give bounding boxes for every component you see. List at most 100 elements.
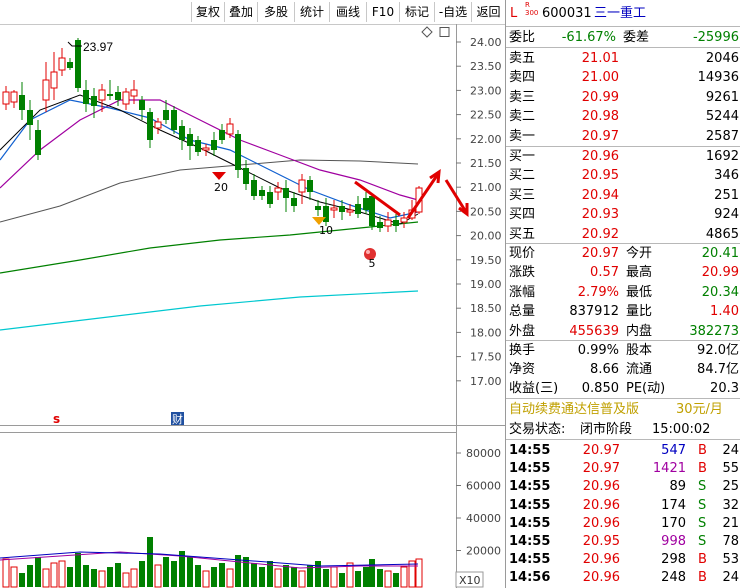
ma-line-green (0, 221, 419, 274)
bid-label: 买二 (509, 168, 536, 184)
ask-label: 卖五 (509, 51, 536, 66)
quote-value-2: 20.41 (701, 246, 739, 261)
tick-row: 14:55 20.96 298 B 53 (506, 550, 740, 569)
bid-price: 20.94 (581, 187, 619, 203)
quote-value-2: 20.99 (701, 265, 739, 281)
diamond-icon[interactable] (421, 26, 433, 38)
order-diff-value: -25996 (692, 30, 739, 45)
promo-row[interactable]: 自动续费通达信普及版 30元/月 (506, 400, 740, 419)
ask-row: 卖四 21.00 14936 (506, 68, 740, 87)
bid-label: 买四 (509, 207, 536, 223)
kline-chart-area[interactable]: 24.00 23.50 23.00 22.50 22.00 21.50 21.00 20.50… (0, 0, 505, 588)
quote-label-2: 内盘 (626, 323, 653, 339)
tick-side: S (698, 479, 707, 495)
volume-tick-label: 80000 (466, 447, 501, 460)
quote-value: 455639 (569, 323, 619, 339)
trade-status-label: 交易状态: (509, 422, 566, 437)
ask-label: 卖二 (509, 109, 536, 125)
bid-row: 买五 20.92 4865 (506, 225, 740, 244)
market-badge: L (510, 6, 518, 21)
fund-label-2: 股本 (626, 343, 653, 358)
fund-value-2: 20.3 (710, 381, 739, 396)
volume-axis: 80000 60000 40000 20000 (456, 447, 501, 558)
fund-value-2: 92.0亿 (697, 343, 739, 358)
tick-count: 24 (722, 570, 739, 586)
tick-side: B (698, 552, 707, 568)
quote-label: 总量 (509, 304, 536, 320)
quote-value-2: 382273 (689, 323, 739, 339)
fund-label-2: 流通 (626, 362, 653, 377)
trade-status-time: 15:00:02 (652, 422, 711, 437)
ask-volume: 14936 (697, 70, 739, 86)
marker-label-5: 5 (369, 257, 376, 270)
promo-price[interactable]: 30元/月 (676, 400, 723, 419)
marker-label-10: 10 (319, 224, 333, 237)
window-icon[interactable] (439, 27, 450, 37)
tick-time: 14:55 (509, 497, 551, 513)
ask-price: 20.98 (581, 109, 619, 125)
tick-count: 53 (722, 552, 739, 568)
ask-volume: 2587 (705, 128, 739, 144)
tick-row: 14:55 20.97 1421 B 55 (506, 459, 740, 478)
tick-count: 55 (722, 461, 739, 477)
tick-price: 20.96 (582, 570, 620, 586)
tick-time: 14:55 (509, 515, 551, 531)
quote-label-2: 量比 (626, 304, 653, 320)
tick-side: S (698, 497, 707, 513)
ask-row: 卖一 20.97 2587 (506, 127, 740, 146)
trade-status-value: 闭市阶段 (580, 422, 633, 437)
price-tick-label: 21.50 (470, 157, 502, 170)
quote-value-2: 20.34 (701, 284, 739, 300)
tick-count: 25 (722, 479, 739, 495)
trade-status-row: 交易状态: 闭市阶段 15:00:02 (506, 420, 740, 439)
quote-panel: L R 300 600031 三一重工 委比 -61.67% 委差 -25996… (505, 0, 740, 588)
ask-row: 卖二 20.98 5244 (506, 107, 740, 126)
price-tick-label: 17.00 (470, 375, 502, 388)
fund-label: 收益(三) (509, 381, 559, 396)
fund-value: 0.850 (581, 381, 619, 396)
promo-text[interactable]: 自动续费通达信普及版 (509, 400, 639, 419)
tick-row: 14:55 20.95 998 S 78 (506, 532, 740, 551)
stock-header: L R 300 600031 三一重工 (506, 1, 740, 26)
quote-value-2: 1.40 (710, 304, 739, 320)
quote-label: 涨跌 (509, 265, 536, 281)
volume-tick-label: 60000 (466, 480, 501, 493)
ask-price: 21.01 (581, 51, 619, 66)
volume-bars (2, 537, 423, 588)
tick-price: 20.97 (582, 461, 620, 477)
bid-label: 买五 (509, 226, 536, 242)
bid-price: 20.96 (581, 149, 619, 164)
stock-code: 600031 (542, 6, 592, 21)
quote-label: 涨幅 (509, 284, 536, 300)
bid-label: 买一 (509, 149, 536, 164)
fundamental-row: 换手 0.99% 股本 92.0亿 (506, 341, 740, 360)
bid-volume: 924 (714, 207, 739, 223)
bid-volume: 251 (714, 187, 739, 203)
bid-label: 买三 (509, 187, 536, 203)
price-tick-label: 20.00 (470, 230, 502, 243)
quote-label-2: 最高 (626, 265, 653, 281)
quote-label-2: 最低 (626, 284, 653, 300)
price-tick-label: 17.50 (470, 351, 502, 364)
bid-volume: 4865 (705, 226, 739, 242)
event-s-icon[interactable]: s (53, 412, 60, 426)
ask-volume: 2046 (705, 51, 739, 66)
tick-volume: 547 (661, 443, 686, 458)
price-tick-label: 18.50 (470, 302, 502, 315)
price-tick-label: 22.00 (470, 133, 502, 146)
tick-row: 14:56 20.96 248 B 24 (506, 568, 740, 587)
candlesticks (2, 38, 423, 232)
quote-row: 总量 837912 量比 1.40 (506, 302, 740, 321)
tick-time: 14:55 (509, 479, 551, 495)
tick-volume: 298 (661, 552, 686, 568)
tick-row: 14:55 20.96 170 S 21 (506, 514, 740, 533)
order-ratio-label: 委比 (509, 30, 536, 45)
fund-label: 换手 (509, 343, 536, 358)
gem-marker-icon[interactable] (212, 172, 226, 180)
tick-row: 14:55 20.96 89 S 25 (506, 477, 740, 496)
fundamental-row: 净资 8.66 流通 84.7亿 (506, 360, 740, 379)
ask-row: 卖五 21.01 2046 (506, 49, 740, 68)
ask-label: 卖三 (509, 89, 536, 105)
ma-line-cyan (0, 290, 419, 331)
bid-price: 20.95 (581, 168, 619, 184)
